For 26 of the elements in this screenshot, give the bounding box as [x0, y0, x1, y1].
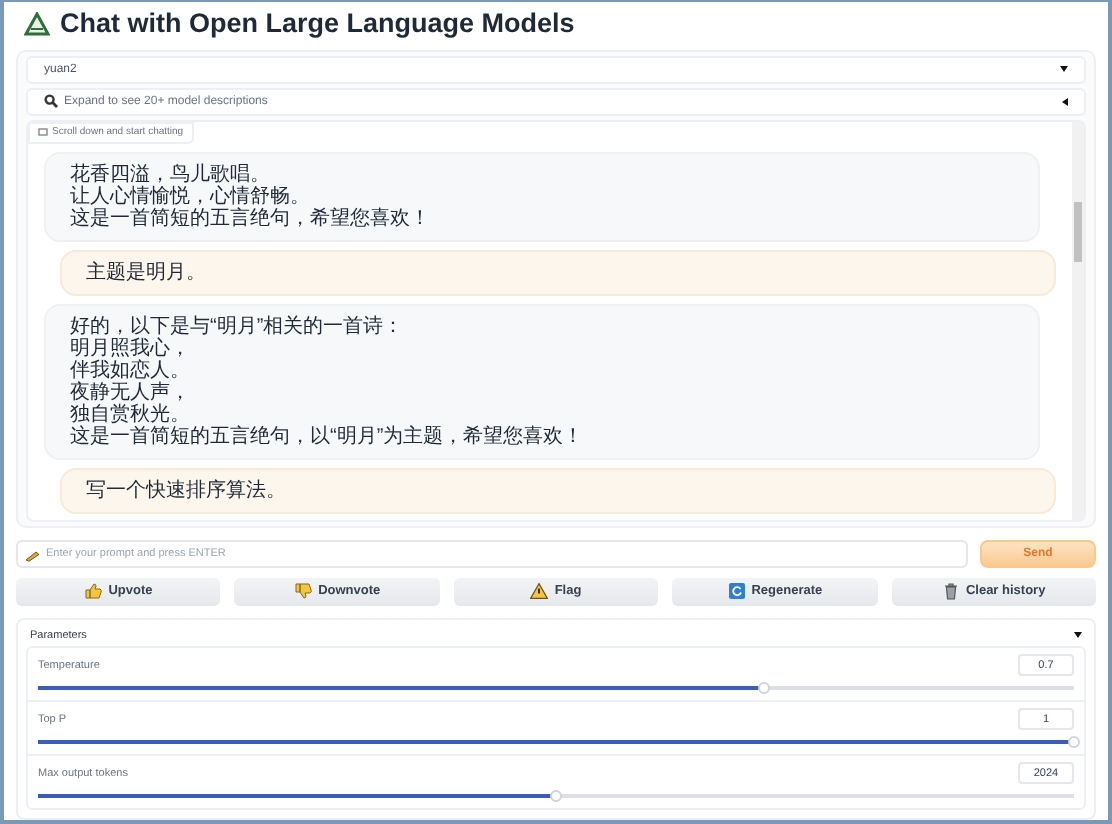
chat-icon [38, 127, 48, 138]
message-line: 独自赏秋光。 [70, 403, 192, 426]
refresh-icon [727, 582, 746, 601]
message-line: 花香四溢，鸟儿歌唱。 [70, 163, 272, 186]
message-line: 这是一首简短的五言绝句，以“明月”为主题，希望您喜欢！ [70, 425, 586, 448]
message-line: 好的，以下是与“明月”相关的一首诗： [70, 315, 406, 338]
trash-icon [941, 582, 960, 601]
app-title: Chat with Open Large Language Models [60, 8, 575, 39]
slider-thumb[interactable] [1068, 736, 1080, 748]
slider[interactable] [38, 736, 1074, 748]
thumbs-up-icon [84, 582, 103, 601]
message-line: 这是一首简短的五言绝句，希望您喜欢！ [70, 207, 432, 230]
message-line: 明月照我心， [70, 337, 192, 360]
message-line: 夜静无人声， [70, 381, 192, 404]
warning-icon [530, 582, 549, 601]
thumbs-down-icon [294, 582, 313, 601]
slider-thumb[interactable] [757, 682, 770, 694]
scrollbar[interactable] [1072, 121, 1084, 520]
search-icon [44, 94, 58, 109]
message-line: 伴我如恋人。 [70, 359, 192, 382]
message-line: 写一个快速排序算法。 [86, 479, 288, 502]
message-line: 让人心情愉悦，心情舒畅。 [70, 185, 310, 208]
triangle-logo-icon [24, 11, 50, 36]
pencil-icon [24, 549, 40, 562]
slider-thumb[interactable] [550, 790, 562, 802]
message-line: 主题是明月。 [86, 261, 208, 284]
